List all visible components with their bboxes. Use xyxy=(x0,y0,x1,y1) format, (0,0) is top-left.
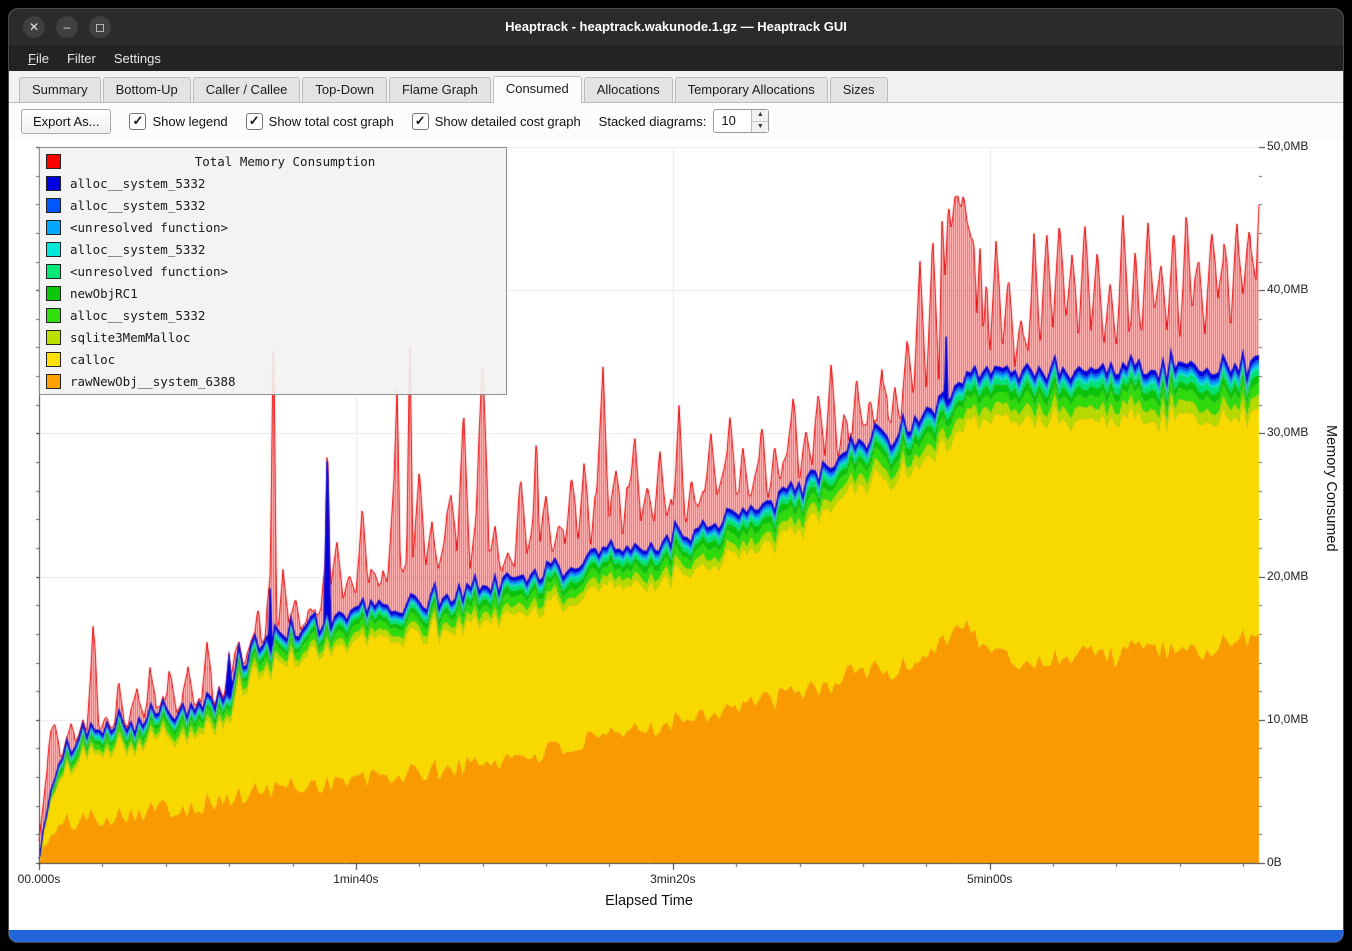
legend-label: rawNewObj__system_6388 xyxy=(70,374,236,389)
legend-swatch xyxy=(46,220,61,235)
legend-item: alloc__system_5332 xyxy=(40,172,506,194)
y-axis-title: Memory Consumed xyxy=(1323,425,1339,552)
legend-swatch xyxy=(46,286,61,301)
chart-region: Total Memory Consumption alloc__system_53… xyxy=(9,139,1343,930)
tab-summary[interactable]: Summary xyxy=(19,77,101,102)
checkbox-show-legend[interactable]: ✓ Show legend xyxy=(129,113,227,130)
checkbox-box[interactable]: ✓ xyxy=(412,113,429,130)
legend-swatch xyxy=(46,154,61,169)
export-as-button[interactable]: Export As... xyxy=(21,109,111,134)
legend-swatch xyxy=(46,198,61,213)
tab-bottom-up[interactable]: Bottom-Up xyxy=(103,77,191,102)
legend-label: alloc__system_5332 xyxy=(70,308,205,323)
checkbox-show-detailed-cost-graph[interactable]: ✓ Show detailed cost graph xyxy=(412,113,581,130)
x-axis-tick: 5min00s xyxy=(967,872,1012,886)
checkbox-show-total-cost-graph[interactable]: ✓ Show total cost graph xyxy=(246,113,394,130)
tab-consumed[interactable]: Consumed xyxy=(493,76,582,103)
legend-label: newObjRC1 xyxy=(70,286,138,301)
y-axis-tick: 50,0MB xyxy=(1267,139,1308,153)
stacked-diagrams-value[interactable]: 10 xyxy=(714,110,751,132)
legend-label: alloc__system_5332 xyxy=(70,176,205,191)
y-axis-tick: 0B xyxy=(1267,855,1282,869)
checkbox-label: Show legend xyxy=(152,114,227,129)
legend-swatch xyxy=(46,264,61,279)
legend-label: Total Memory Consumption xyxy=(70,154,500,169)
legend-item: alloc__system_5332 xyxy=(40,238,506,260)
menu-file[interactable]: File xyxy=(19,48,58,69)
checkbox-label: Show detailed cost graph xyxy=(435,114,581,129)
chart-legend: Total Memory Consumption alloc__system_53… xyxy=(39,147,507,395)
tab-bar: SummaryBottom-UpCaller / CalleeTop-DownF… xyxy=(9,71,1343,103)
legend-label: calloc xyxy=(70,352,115,367)
y-axis-tick: 20,0MB xyxy=(1267,569,1308,583)
tab-top-down[interactable]: Top-Down xyxy=(302,77,387,102)
legend-item: alloc__system_5332 xyxy=(40,194,506,216)
tab-allocations[interactable]: Allocations xyxy=(584,77,673,102)
y-axis-tick: 40,0MB xyxy=(1267,282,1308,296)
window-controls: ✕ – ◻ xyxy=(23,16,111,38)
y-axis-tick: 30,0MB xyxy=(1267,425,1308,439)
app-window: ✕ – ◻ Heaptrack - heaptrack.wakunode.1.g… xyxy=(8,8,1344,943)
x-axis-tick: 1min40s xyxy=(333,872,378,886)
legend-item: alloc__system_5332 xyxy=(40,304,506,326)
x-axis-title: Elapsed Time xyxy=(39,893,1259,909)
checkbox-label: Show total cost graph xyxy=(269,114,394,129)
minimize-icon[interactable]: – xyxy=(56,16,78,38)
checkbox-box[interactable]: ✓ xyxy=(129,113,146,130)
menu-bar: FileFilterSettings xyxy=(9,45,1343,71)
stacked-diagrams-spinbox[interactable]: 10 ▲ ▼ xyxy=(713,109,769,133)
window-title: Heaptrack - heaptrack.wakunode.1.gz — He… xyxy=(9,9,1343,45)
legend-label: alloc__system_5332 xyxy=(70,198,205,213)
x-axis-tick: 3min20s xyxy=(650,872,695,886)
tab-flame-graph[interactable]: Flame Graph xyxy=(389,77,491,102)
close-icon[interactable]: ✕ xyxy=(23,16,45,38)
y-axis-tick: 10,0MB xyxy=(1267,712,1308,726)
legend-label: sqlite3MemMalloc xyxy=(70,330,190,345)
maximize-icon[interactable]: ◻ xyxy=(89,16,111,38)
spin-down-icon[interactable]: ▼ xyxy=(752,122,768,133)
checkbox-group: ✓ Show legend ✓ Show total cost graph ✓ Show … xyxy=(129,113,580,130)
legend-swatch xyxy=(46,352,61,367)
checkbox-box[interactable]: ✓ xyxy=(246,113,263,130)
legend-item: <unresolved function> xyxy=(40,216,506,238)
spin-up-icon[interactable]: ▲ xyxy=(752,110,768,122)
menu-settings[interactable]: Settings xyxy=(105,48,170,69)
legend-swatch xyxy=(46,330,61,345)
legend-swatch xyxy=(46,308,61,323)
toolbar: Export As... ✓ Show legend ✓ Show total cos… xyxy=(9,103,1343,139)
legend-item: <unresolved function> xyxy=(40,260,506,282)
legend-label: <unresolved function> xyxy=(70,264,228,279)
legend-swatch xyxy=(46,242,61,257)
stacked-diagrams-group: Stacked diagrams: 10 ▲ ▼ xyxy=(599,109,770,133)
legend-item: rawNewObj__system_6388 xyxy=(40,370,506,392)
legend-item: newObjRC1 xyxy=(40,282,506,304)
legend-swatch xyxy=(46,176,61,191)
legend-item: sqlite3MemMalloc xyxy=(40,326,506,348)
menu-filter[interactable]: Filter xyxy=(58,48,105,69)
legend-item: calloc xyxy=(40,348,506,370)
tab-sizes[interactable]: Sizes xyxy=(830,77,888,102)
legend-label: alloc__system_5332 xyxy=(70,242,205,257)
stacked-diagrams-label: Stacked diagrams: xyxy=(599,114,707,129)
x-axis-tick: 00.000s xyxy=(18,872,61,886)
bottom-accent-bar xyxy=(9,930,1343,942)
legend-swatch xyxy=(46,374,61,389)
spin-buttons: ▲ ▼ xyxy=(751,110,768,132)
legend-label: <unresolved function> xyxy=(70,220,228,235)
tab-caller-callee[interactable]: Caller / Callee xyxy=(193,77,301,102)
title-bar[interactable]: ✕ – ◻ Heaptrack - heaptrack.wakunode.1.g… xyxy=(9,9,1343,45)
tab-temporary-allocations[interactable]: Temporary Allocations xyxy=(675,77,828,102)
legend-title-row: Total Memory Consumption xyxy=(40,150,506,172)
